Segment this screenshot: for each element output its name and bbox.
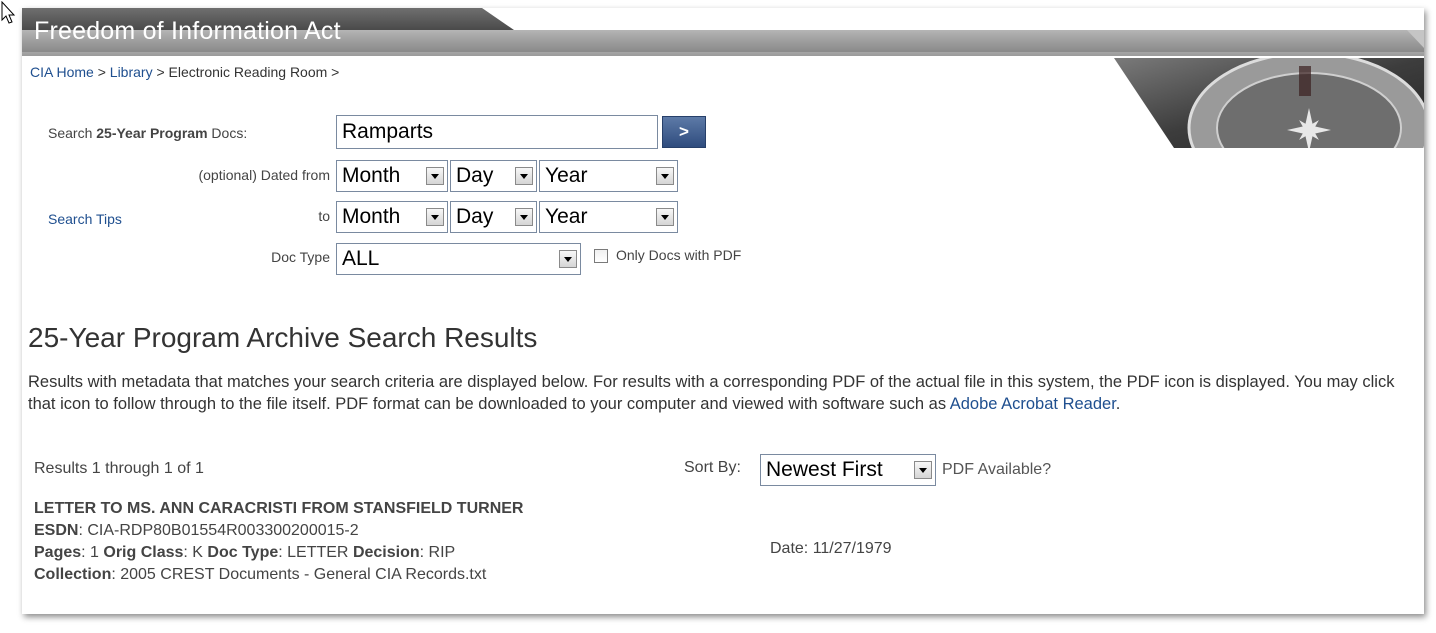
cia-seal-image bbox=[1114, 58, 1424, 148]
search-label-program: 25-Year Program bbox=[96, 125, 208, 141]
pages-label: Pages bbox=[34, 544, 82, 561]
chevron-down-icon bbox=[559, 250, 577, 268]
result-esdn-line: ESDN: CIA-RDP80B01554R003300200015-2 bbox=[34, 520, 523, 542]
chevron-down-icon bbox=[426, 208, 444, 226]
pages-value: : 1 bbox=[81, 544, 104, 561]
header-band: Freedom of Information Act bbox=[22, 8, 1424, 56]
result-title[interactable]: LETTER TO MS. ANN CARACRISTI FROM STANSF… bbox=[34, 498, 523, 520]
only-pdf-checkbox[interactable] bbox=[594, 249, 608, 263]
mouse-cursor-icon bbox=[1, 0, 17, 30]
results-description-text: Results with metadata that matches your … bbox=[28, 373, 1395, 413]
from-year-value: Year bbox=[545, 164, 588, 187]
sort-by-label: Sort By: bbox=[684, 459, 741, 476]
sort-by-value: Newest First bbox=[766, 458, 883, 481]
breadcrumb-library-link[interactable]: Library bbox=[110, 64, 153, 80]
results-description: Results with metadata that matches your … bbox=[28, 371, 1423, 415]
result-item: LETTER TO MS. ANN CARACRISTI FROM STANSF… bbox=[34, 498, 523, 586]
orig-class-value: : K bbox=[183, 544, 208, 561]
from-month-select[interactable]: Month bbox=[336, 160, 448, 192]
search-label-prefix: Search bbox=[48, 125, 97, 141]
search-label-suffix: Docs: bbox=[207, 125, 248, 141]
decision-label: Decision bbox=[352, 544, 420, 561]
breadcrumb-separator: > bbox=[93, 64, 110, 80]
from-month-value: Month bbox=[342, 164, 401, 187]
decision-value: : RIP bbox=[419, 544, 456, 561]
to-year-select[interactable]: Year bbox=[539, 201, 678, 233]
result-date: Date: 11/27/1979 bbox=[770, 540, 892, 557]
doc-type-value: ALL bbox=[342, 247, 380, 270]
adobe-acrobat-reader-link[interactable]: Adobe Acrobat Reader bbox=[950, 395, 1116, 413]
to-year-value: Year bbox=[545, 205, 588, 228]
from-day-value: Day bbox=[456, 164, 494, 187]
only-pdf-label: Only Docs with PDF bbox=[616, 247, 742, 263]
breadcrumb-separator: > bbox=[152, 64, 169, 80]
to-day-value: Day bbox=[456, 205, 494, 228]
orig-class-label: Orig Class bbox=[103, 544, 184, 561]
pdf-available-label: PDF Available? bbox=[942, 461, 1052, 478]
result-collection-line: Collection: 2005 CREST Documents - Gener… bbox=[34, 564, 523, 586]
esdn-value: : CIA-RDP80B01554R003300200015-2 bbox=[78, 522, 359, 539]
search-input[interactable]: Ramparts bbox=[336, 115, 658, 149]
chevron-down-icon bbox=[426, 167, 444, 185]
result-doc-type-value: : LETTER bbox=[278, 544, 353, 561]
search-go-button[interactable]: > bbox=[662, 116, 706, 148]
page-title: Freedom of Information Act bbox=[34, 17, 341, 45]
collection-value: : 2005 CREST Documents - General CIA Rec… bbox=[111, 566, 487, 583]
breadcrumb-separator: > bbox=[327, 64, 340, 80]
breadcrumb-cia-home-link[interactable]: CIA Home bbox=[30, 64, 94, 80]
result-meta-line: Pages: 1 Orig Class: K Doc Type: LETTER … bbox=[34, 542, 523, 564]
chevron-down-icon bbox=[914, 461, 932, 479]
to-month-value: Month bbox=[342, 205, 401, 228]
result-doc-type-label: Doc Type bbox=[207, 544, 279, 561]
to-month-select[interactable]: Month bbox=[336, 201, 448, 233]
results-heading: 25-Year Program Archive Search Results bbox=[28, 322, 538, 353]
to-day-select[interactable]: Day bbox=[450, 201, 537, 233]
chevron-down-icon bbox=[515, 208, 533, 226]
breadcrumb-reading-room: Electronic Reading Room bbox=[168, 64, 328, 80]
dated-from-label: (optional) Dated from bbox=[198, 167, 330, 183]
collection-label: Collection bbox=[34, 566, 112, 583]
from-year-select[interactable]: Year bbox=[539, 160, 678, 192]
chevron-down-icon bbox=[656, 208, 674, 226]
sort-by-select[interactable]: Newest First bbox=[760, 454, 936, 486]
search-label: Search 25-Year Program Docs: bbox=[48, 125, 247, 141]
to-label: to bbox=[318, 208, 330, 224]
search-tips-link[interactable]: Search Tips bbox=[48, 211, 122, 227]
doc-type-label: Doc Type bbox=[271, 249, 330, 265]
results-count: Results 1 through 1 of 1 bbox=[34, 460, 204, 477]
chevron-down-icon bbox=[515, 167, 533, 185]
chevron-down-icon bbox=[656, 167, 674, 185]
esdn-label: ESDN bbox=[34, 522, 79, 539]
from-day-select[interactable]: Day bbox=[450, 160, 537, 192]
breadcrumb: CIA Home > Library > Electronic Reading … bbox=[30, 64, 339, 80]
results-description-end: . bbox=[1115, 395, 1121, 413]
doc-type-select[interactable]: ALL bbox=[336, 243, 581, 275]
page-frame: Freedom of Information Act CIA Home > Li… bbox=[22, 8, 1424, 614]
